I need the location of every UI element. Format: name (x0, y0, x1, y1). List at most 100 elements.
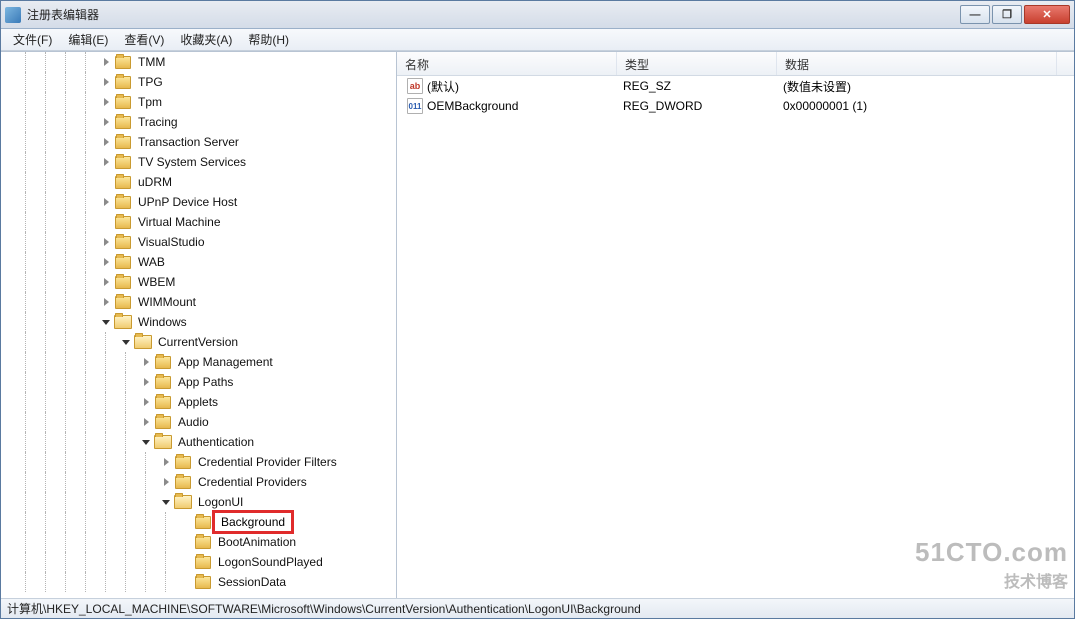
tree-item[interactable]: LogonUI (1, 492, 396, 512)
menu-3[interactable]: 收藏夹(A) (172, 29, 240, 50)
titlebar[interactable]: 注册表编辑器 — ❐ ✕ (1, 1, 1074, 29)
tree-item[interactable]: App Paths (1, 372, 396, 392)
tree-item[interactable]: TV System Services (1, 152, 396, 172)
tree-item[interactable]: Background (1, 512, 396, 532)
expand-icon[interactable] (101, 237, 111, 247)
collapse-icon[interactable] (161, 497, 171, 507)
tree-item[interactable]: TPG (1, 72, 396, 92)
menu-1[interactable]: 编辑(E) (60, 29, 116, 50)
folder-icon (115, 256, 131, 269)
tree-label: LogonUI (195, 494, 246, 510)
folder-icon (115, 196, 131, 209)
expand-icon[interactable] (101, 57, 111, 67)
tree-item[interactable]: Tracing (1, 112, 396, 132)
menu-4[interactable]: 帮助(H) (240, 29, 297, 50)
minimize-button[interactable]: — (960, 5, 990, 24)
expand-icon[interactable] (101, 117, 111, 127)
tree-label: VisualStudio (135, 234, 208, 250)
dword-value-icon: 011 (407, 98, 423, 114)
tree-item[interactable]: Virtual Machine (1, 212, 396, 232)
tree-item[interactable]: uDRM (1, 172, 396, 192)
tree-label: TMM (135, 54, 168, 70)
tree-label: WIMMount (135, 294, 199, 310)
tree-item[interactable]: Credential Provider Filters (1, 452, 396, 472)
tree-item[interactable]: Authentication (1, 432, 396, 452)
col-name[interactable]: 名称 (397, 52, 617, 75)
collapse-icon[interactable] (141, 437, 151, 447)
folder-icon (155, 416, 171, 429)
expand-icon[interactable] (161, 457, 171, 467)
tree-item[interactable]: Windows (1, 312, 396, 332)
maximize-button[interactable]: ❐ (992, 5, 1022, 24)
tree-item[interactable]: Transaction Server (1, 132, 396, 152)
tree-item[interactable]: SessionData (1, 572, 396, 592)
value-row[interactable]: 011OEMBackgroundREG_DWORD0x00000001 (1) (397, 96, 1074, 116)
expand-icon[interactable] (141, 357, 151, 367)
folder-icon (114, 315, 132, 329)
expand-icon[interactable] (101, 277, 111, 287)
menu-0[interactable]: 文件(F) (5, 29, 60, 50)
tree-item[interactable]: TMM (1, 52, 396, 72)
tree-item[interactable]: UPnP Device Host (1, 192, 396, 212)
tree-item[interactable]: App Management (1, 352, 396, 372)
tree-item[interactable]: WIMMount (1, 292, 396, 312)
col-type[interactable]: 类型 (617, 52, 777, 75)
folder-icon (195, 576, 211, 589)
tree-label: WBEM (135, 274, 178, 290)
tree-item[interactable]: Tpm (1, 92, 396, 112)
folder-icon (115, 236, 131, 249)
folder-icon (115, 116, 131, 129)
expand-icon[interactable] (101, 157, 111, 167)
tree-pane[interactable]: TMM TPG TpmTracing Transaction Server TV Sys… (1, 52, 397, 598)
expand-icon[interactable] (141, 417, 151, 427)
value-row[interactable]: ab(默认)REG_SZ(数值未设置) (397, 76, 1074, 96)
value-type: REG_SZ (617, 79, 777, 93)
menu-2[interactable]: 查看(V) (116, 29, 172, 50)
value-type: REG_DWORD (617, 99, 777, 113)
tree-label: Credential Providers (195, 474, 310, 490)
expand-icon[interactable] (101, 137, 111, 147)
status-bar: 计算机\HKEY_LOCAL_MACHINE\SOFTWARE\Microsof… (1, 598, 1074, 618)
tree-item[interactable]: WBEM (1, 272, 396, 292)
values-pane: 名称 类型 数据 ab(默认)REG_SZ(数值未设置)011OEMBackgr… (397, 52, 1074, 598)
tree-item[interactable]: Audio (1, 412, 396, 432)
registry-tree: TMM TPG TpmTracing Transaction Server TV Sys… (1, 52, 396, 598)
tree-label: Virtual Machine (135, 214, 224, 230)
menubar: 文件(F)编辑(E)查看(V)收藏夹(A)帮助(H) (1, 29, 1074, 51)
expand-icon[interactable] (141, 377, 151, 387)
tree-label: TPG (135, 74, 166, 90)
value-data: (数值未设置) (777, 78, 1057, 95)
highlighted-key: Background (212, 510, 294, 534)
tree-item[interactable]: LogonSoundPlayed (1, 552, 396, 572)
tree-label: App Paths (175, 374, 236, 390)
collapse-icon[interactable] (121, 337, 131, 347)
folder-icon (115, 176, 131, 189)
expand-icon[interactable] (101, 77, 111, 87)
values-list[interactable]: ab(默认)REG_SZ(数值未设置)011OEMBackgroundREG_D… (397, 76, 1074, 598)
close-button[interactable]: ✕ (1024, 5, 1070, 24)
expand-icon[interactable] (101, 297, 111, 307)
tree-item[interactable]: CurrentVersion (1, 332, 396, 352)
expand-icon[interactable] (161, 477, 171, 487)
folder-icon (195, 556, 211, 569)
registry-editor-window: 注册表编辑器 — ❐ ✕ 文件(F)编辑(E)查看(V)收藏夹(A)帮助(H) … (0, 0, 1075, 619)
folder-icon (155, 396, 171, 409)
folder-icon (175, 476, 191, 489)
tree-item[interactable]: WAB (1, 252, 396, 272)
tree-label: Transaction Server (135, 134, 242, 150)
col-data[interactable]: 数据 (777, 52, 1057, 75)
window-title: 注册表编辑器 (27, 6, 960, 23)
collapse-icon[interactable] (101, 317, 111, 327)
expand-icon[interactable] (141, 397, 151, 407)
tree-item[interactable]: Credential Providers (1, 472, 396, 492)
tree-label: uDRM (135, 174, 175, 190)
tree-item[interactable]: Applets (1, 392, 396, 412)
expand-icon[interactable] (101, 97, 111, 107)
expand-icon[interactable] (101, 197, 111, 207)
expand-icon[interactable] (101, 257, 111, 267)
tree-item[interactable]: VisualStudio (1, 232, 396, 252)
window-buttons: — ❐ ✕ (960, 5, 1070, 24)
folder-icon (115, 216, 131, 229)
folder-icon (195, 536, 211, 549)
tree-item[interactable]: BootAnimation (1, 532, 396, 552)
